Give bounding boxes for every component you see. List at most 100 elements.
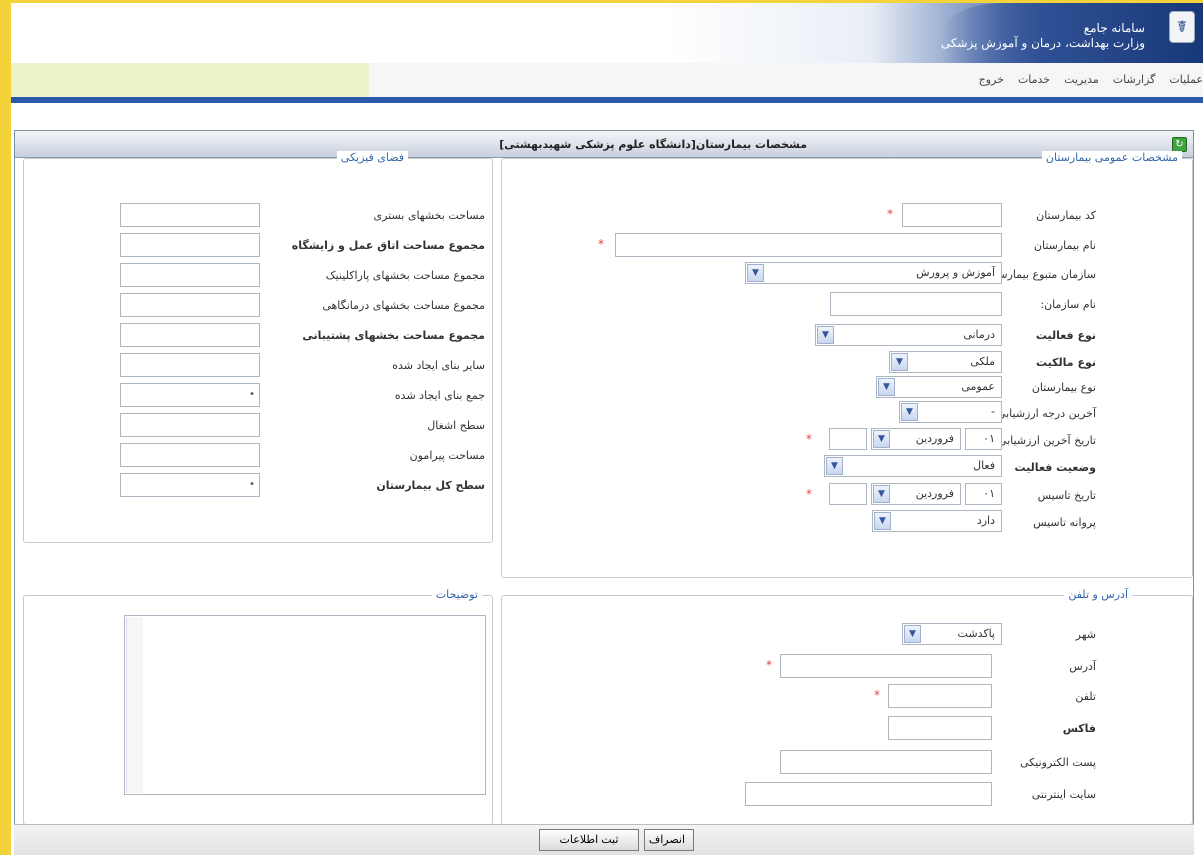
last-grade-select[interactable]: - ▼ — [899, 401, 1002, 423]
menu-item-exit[interactable]: خروج — [979, 73, 1004, 86]
label-activity-status: وضعیت فعالیت — [1014, 461, 1096, 474]
chevron-down-icon[interactable]: ▼ — [901, 403, 918, 421]
total-buildings-input[interactable]: • — [120, 383, 260, 407]
total-hospital-area-input[interactable]: • — [120, 473, 260, 497]
last-grade-value: - — [991, 405, 995, 418]
label-website: سایت اینترنتی — [1031, 788, 1096, 801]
label-address: آدرس — [1069, 660, 1096, 673]
website-input[interactable] — [745, 782, 992, 806]
org-name-input[interactable] — [830, 292, 1002, 316]
label-founding-date: تاریخ تاسیس — [1037, 489, 1096, 502]
parent-org-value: آموزش و پرورش — [916, 266, 995, 279]
label-occupied-area: سطح اشغال — [427, 419, 485, 432]
address-phone-group: آدرس و تلفن شهر پاکدشت ▼ آدرس * تلفن * ف… — [501, 588, 1193, 825]
support-area-input[interactable] — [120, 323, 260, 347]
physical-space-group: فضای فیزیکی مساحت بخشهای بستری مجموع مسا… — [23, 151, 493, 543]
hospital-code-input[interactable] — [902, 203, 1002, 227]
label-inpatient-area: مساحت بخشهای بستری — [373, 209, 485, 222]
chevron-down-icon[interactable]: ▼ — [747, 264, 764, 282]
surrounding-area-input[interactable] — [120, 443, 260, 467]
label-hospital-code: کد بیمارستان — [1036, 209, 1096, 222]
label-activity-type: نوع فعالیت — [1035, 329, 1096, 342]
label-org-name: نام سازمان: — [1040, 298, 1096, 311]
ownership-select[interactable]: ملکی ▼ — [889, 351, 1002, 373]
label-paraclinic-area: مجموع مساحت بخشهای پاراکلینیک — [325, 269, 485, 282]
chevron-down-icon[interactable]: ▼ — [904, 625, 921, 643]
panel-title-bar: مشخصات بیمارستان[دانشگاه علوم پزشکی شهید… — [15, 131, 1193, 158]
required-marker: * — [598, 237, 604, 251]
chevron-down-icon[interactable]: ▼ — [826, 457, 843, 475]
occupied-area-input[interactable] — [120, 413, 260, 437]
inpatient-area-input[interactable] — [120, 203, 260, 227]
label-or-maternity-area: مجموع مساحت اتاق عمل و زایشگاه — [291, 239, 485, 252]
fax-input[interactable] — [888, 716, 992, 740]
label-fax: فاکس — [1062, 722, 1096, 735]
found-month-select[interactable]: فروردین ▼ — [871, 483, 961, 505]
paraclinic-area-input[interactable] — [120, 263, 260, 287]
required-marker: * — [806, 432, 812, 446]
window-frame-left — [0, 0, 11, 855]
cancel-button[interactable]: انصراف — [644, 829, 694, 851]
email-input[interactable] — [780, 750, 992, 774]
menu-bar: عملیات گزارشات مدیریت خدمات خروج — [11, 63, 1203, 97]
activity-status-value: فعال — [973, 459, 995, 472]
required-marker: * — [874, 688, 880, 702]
required-marker: * — [887, 207, 893, 221]
found-day-select[interactable]: ۰۱ — [965, 483, 1002, 505]
hospital-type-select[interactable]: عمومی ▼ — [876, 376, 1002, 398]
menu-item-management[interactable]: مدیریت — [1064, 73, 1099, 86]
submit-button[interactable]: ثبت اطلاعات — [539, 829, 639, 851]
hospital-details-panel: مشخصات بیمارستان[دانشگاه علوم پزشکی شهید… — [14, 130, 1194, 855]
activity-type-select[interactable]: درمانی ▼ — [815, 324, 1002, 346]
ministry-emblem-icon: ☤ — [1169, 11, 1195, 43]
menu-item-reports[interactable]: گزارشات — [1113, 73, 1156, 86]
notes-group: توضیحات — [23, 588, 493, 825]
header-banner: سامانه جامع وزارت بهداشت، درمان و آموزش … — [11, 3, 1203, 63]
or-maternity-area-input[interactable] — [120, 233, 260, 257]
label-surrounding-area: مساحت پیرامون — [409, 449, 485, 462]
parent-org-select[interactable]: آموزش و پرورش ▼ — [745, 262, 1002, 284]
eval-year-input[interactable] — [829, 428, 867, 450]
activity-type-value: درمانی — [963, 328, 995, 341]
founding-license-select[interactable]: دارد ▼ — [872, 510, 1002, 532]
label-founding-license: پروانه تاسیس — [1033, 516, 1096, 529]
ownership-value: ملکی — [970, 355, 995, 368]
chevron-down-icon[interactable]: ▼ — [873, 430, 890, 448]
notice-area — [11, 63, 369, 97]
general-info-legend: مشخصات عمومی بیمارستان — [1041, 151, 1182, 164]
clinic-area-input[interactable] — [120, 293, 260, 317]
city-select[interactable]: پاکدشت ▼ — [902, 623, 1002, 645]
chevron-down-icon[interactable]: ▼ — [878, 378, 895, 396]
physical-space-legend: فضای فیزیکی — [336, 151, 408, 164]
panel-title: مشخصات بیمارستان[دانشگاه علوم پزشکی شهید… — [499, 138, 807, 151]
eval-month-select[interactable]: فروردین ▼ — [871, 428, 961, 450]
chevron-down-icon[interactable]: ▼ — [874, 512, 891, 530]
notes-textarea[interactable] — [124, 615, 486, 795]
phone-input[interactable] — [888, 684, 992, 708]
computed-marker: • — [249, 479, 255, 490]
activity-status-select[interactable]: فعال ▼ — [824, 455, 1002, 477]
eval-day-value: ۰۱ — [983, 432, 995, 445]
header-divider — [11, 97, 1203, 103]
required-marker: * — [766, 658, 772, 672]
founding-license-value: دارد — [976, 514, 995, 527]
org-title: سامانه جامع وزارت بهداشت، درمان و آموزش … — [941, 21, 1145, 51]
other-buildings-input[interactable] — [120, 353, 260, 377]
chevron-down-icon[interactable]: ▼ — [891, 353, 908, 371]
label-other-buildings: سایر بنای ایجاد شده — [392, 359, 485, 372]
chevron-down-icon[interactable]: ▼ — [817, 326, 834, 344]
general-info-group: مشخصات عمومی بیمارستان کد بیمارستان * نا… — [501, 151, 1193, 578]
hospital-name-input[interactable] — [615, 233, 1002, 257]
menu-item-operations[interactable]: عملیات — [1169, 73, 1203, 86]
org-title-line2: وزارت بهداشت، درمان و آموزش پزشکی — [940, 36, 1145, 50]
main-menu: عملیات گزارشات مدیریت خدمات خروج — [979, 73, 1203, 86]
label-email: پست الکترونیکی — [1020, 756, 1096, 769]
notes-scrollbar[interactable] — [126, 617, 143, 793]
found-year-input[interactable] — [829, 483, 867, 505]
eval-day-select[interactable]: ۰۱ — [965, 428, 1002, 450]
address-input[interactable] — [780, 654, 992, 678]
menu-item-services[interactable]: خدمات — [1018, 73, 1050, 86]
refresh-icon[interactable]: ↻ — [1172, 137, 1187, 152]
notes-legend: توضیحات — [431, 588, 482, 601]
chevron-down-icon[interactable]: ▼ — [873, 485, 890, 503]
